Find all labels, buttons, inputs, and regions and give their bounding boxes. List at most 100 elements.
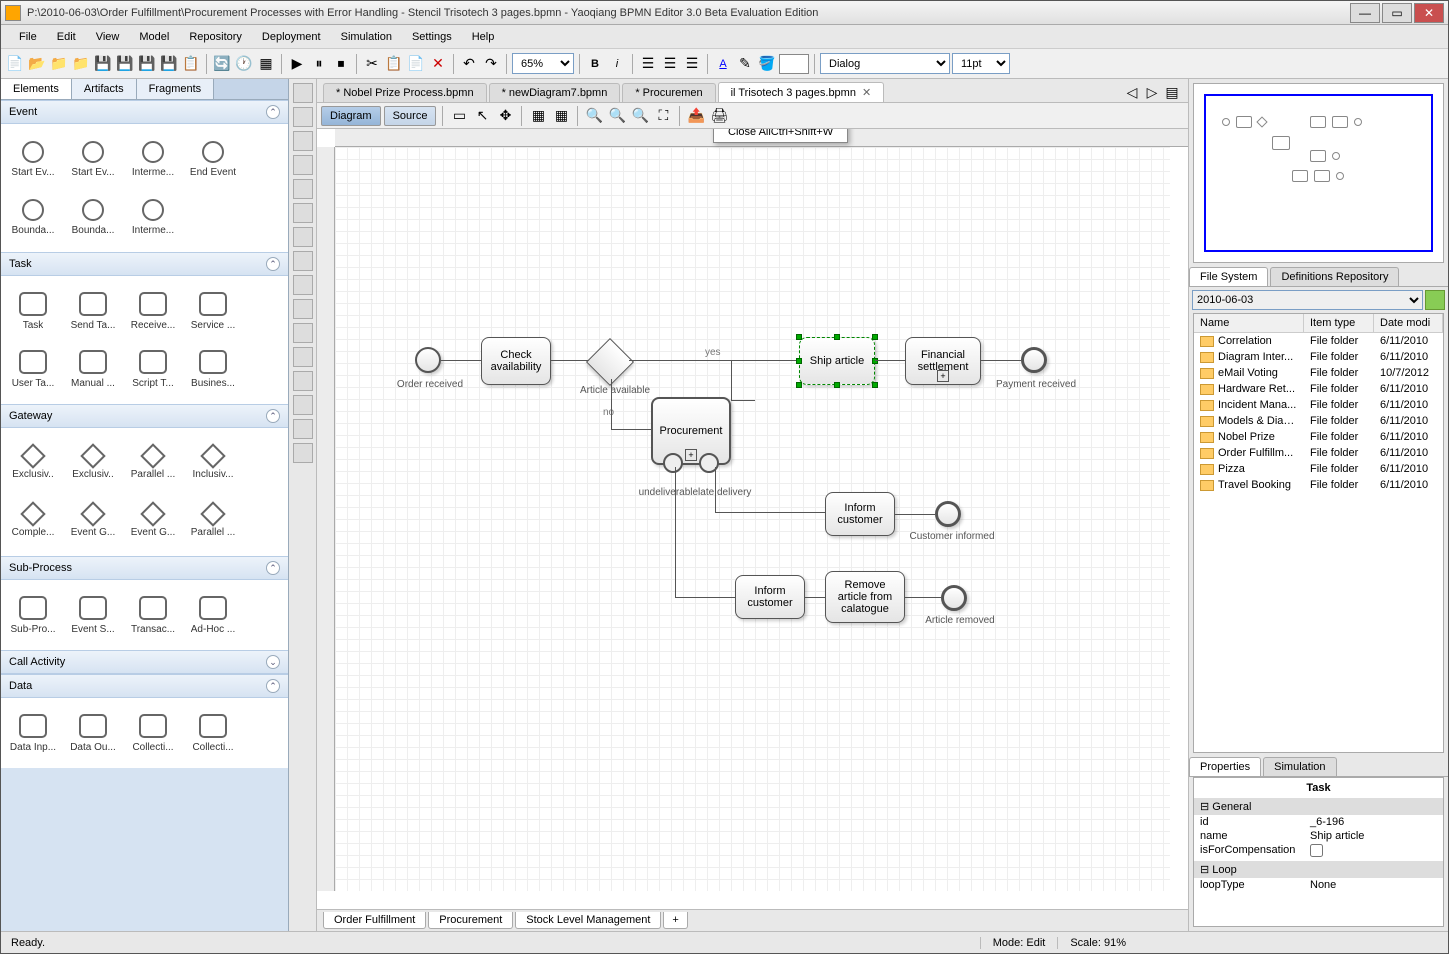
new-icon[interactable]: 📄 bbox=[5, 54, 25, 74]
category-header[interactable]: Sub-Process⌃ bbox=[1, 556, 288, 580]
vtb-icon[interactable] bbox=[293, 107, 313, 127]
align-right-icon[interactable]: ☰ bbox=[682, 54, 702, 74]
diagram-canvas[interactable]: Order received Check availability Articl… bbox=[335, 147, 1170, 891]
palette-item[interactable]: Sub-Pro... bbox=[5, 588, 61, 642]
palette-item[interactable]: End Event bbox=[185, 132, 241, 186]
vtb-icon[interactable] bbox=[293, 251, 313, 271]
palette-item[interactable]: Event S... bbox=[65, 588, 121, 642]
tab-artifacts[interactable]: Artifacts bbox=[72, 79, 137, 99]
fontsize-select[interactable]: 11pt bbox=[952, 53, 1010, 74]
open-icon[interactable]: 📂 bbox=[27, 54, 47, 74]
tab-prev-icon[interactable]: ◁ bbox=[1122, 82, 1142, 102]
palette-item[interactable]: Collecti... bbox=[185, 706, 241, 760]
category-header[interactable]: Event⌃ bbox=[1, 100, 288, 124]
palette-item[interactable]: Service ... bbox=[185, 284, 241, 338]
end-event-article-removed[interactable] bbox=[941, 585, 967, 611]
open3-icon[interactable]: 📁 bbox=[71, 54, 91, 74]
file-row[interactable]: PizzaFile folder6/11/2010 bbox=[1194, 461, 1443, 477]
copy-icon[interactable]: 📋 bbox=[384, 54, 404, 74]
vtb-icon[interactable] bbox=[293, 323, 313, 343]
palette-item[interactable]: Parallel ... bbox=[125, 436, 181, 490]
end-event-customer-informed[interactable] bbox=[935, 501, 961, 527]
prop-value[interactable]: None bbox=[1310, 879, 1437, 891]
stop-icon[interactable]: ⏹ bbox=[331, 54, 351, 74]
vtb-icon[interactable] bbox=[293, 227, 313, 247]
palette-item[interactable]: Start Ev... bbox=[5, 132, 61, 186]
palette-item[interactable]: Interme... bbox=[125, 132, 181, 186]
palette-item[interactable]: Interme... bbox=[125, 190, 181, 244]
gateway-article-available[interactable] bbox=[586, 338, 634, 386]
palette-item[interactable]: Comple... bbox=[5, 494, 61, 548]
redo-icon[interactable]: ↷ bbox=[481, 54, 501, 74]
start-event[interactable] bbox=[415, 347, 441, 373]
palette-item[interactable]: Parallel ... bbox=[185, 494, 241, 548]
print-icon[interactable]: 🖨 bbox=[709, 106, 729, 126]
vtb-icon[interactable] bbox=[293, 371, 313, 391]
menu-model[interactable]: Model bbox=[129, 28, 179, 46]
subprocess-procurement[interactable]: Procurement + bbox=[651, 397, 731, 465]
cal-icon[interactable]: 📋 bbox=[181, 54, 201, 74]
overview-viewport[interactable] bbox=[1204, 94, 1433, 252]
menu-simulation[interactable]: Simulation bbox=[331, 28, 402, 46]
vtb-icon[interactable] bbox=[293, 419, 313, 439]
checkbox[interactable] bbox=[1310, 844, 1323, 857]
prop-value[interactable]: Ship article bbox=[1310, 830, 1437, 842]
fillcolor-icon[interactable]: 🪣 bbox=[757, 54, 777, 74]
zoom-select[interactable]: 65% bbox=[512, 53, 574, 74]
category-header[interactable]: Gateway⌃ bbox=[1, 404, 288, 428]
vtb-icon[interactable] bbox=[293, 131, 313, 151]
palette-item[interactable]: Bounda... bbox=[65, 190, 121, 244]
vtb-icon[interactable] bbox=[293, 83, 313, 103]
file-row[interactable]: Incident Mana...File folder6/11/2010 bbox=[1194, 397, 1443, 413]
tab-properties[interactable]: Properties bbox=[1189, 757, 1261, 776]
select-icon[interactable]: ▭ bbox=[449, 106, 469, 126]
col-date[interactable]: Date modi bbox=[1374, 314, 1443, 332]
canvas-area[interactable]: Order received Check availability Articl… bbox=[317, 129, 1188, 909]
vtb-icon[interactable] bbox=[293, 203, 313, 223]
color-swatch[interactable] bbox=[779, 54, 809, 74]
prop-row[interactable]: loopTypeNone bbox=[1194, 878, 1443, 892]
close-button[interactable]: ✕ bbox=[1414, 3, 1444, 23]
bottom-tab[interactable]: Stock Level Management bbox=[515, 912, 661, 929]
boundary-event-icon[interactable] bbox=[663, 453, 683, 473]
task-check-availability[interactable]: Check availability bbox=[481, 337, 551, 385]
ctx-close-all[interactable]: Close AllCtrl+Shift+W bbox=[714, 129, 847, 142]
italic-icon[interactable]: i bbox=[607, 54, 627, 74]
palette-item[interactable]: Task bbox=[5, 284, 61, 338]
save4-icon[interactable]: 💾 bbox=[159, 54, 179, 74]
palette-item[interactable]: Collecti... bbox=[125, 706, 181, 760]
up-folder-button[interactable] bbox=[1425, 290, 1445, 310]
prop-value[interactable] bbox=[1310, 844, 1437, 860]
palette-item[interactable]: Receive... bbox=[125, 284, 181, 338]
doc-tab[interactable]: * Nobel Prize Process.bpmn bbox=[323, 83, 487, 102]
zoomfit-icon[interactable]: ⛶ bbox=[653, 106, 673, 126]
path-select[interactable]: 2010-06-03 bbox=[1192, 290, 1423, 310]
file-row[interactable]: eMail VotingFile folder10/7/2012 bbox=[1194, 365, 1443, 381]
hilite-icon[interactable]: ✎ bbox=[735, 54, 755, 74]
undo-icon[interactable]: ↶ bbox=[459, 54, 479, 74]
file-list[interactable]: Name Item type Date modi CorrelationFile… bbox=[1193, 313, 1444, 753]
prop-row[interactable]: nameShip article bbox=[1194, 829, 1443, 843]
menu-deployment[interactable]: Deployment bbox=[252, 28, 331, 46]
category-header[interactable]: Task⌃ bbox=[1, 252, 288, 276]
cut-icon[interactable]: ✂ bbox=[362, 54, 382, 74]
task-financial-settlement[interactable]: Financial settlement+ bbox=[905, 337, 981, 385]
col-name[interactable]: Name bbox=[1194, 314, 1304, 332]
export-icon[interactable]: 📤 bbox=[686, 106, 706, 126]
zoomin-icon[interactable]: 🔍 bbox=[584, 106, 604, 126]
doc-tab[interactable]: * newDiagram7.bpmn bbox=[489, 83, 621, 102]
vtb-icon[interactable] bbox=[293, 443, 313, 463]
tab-menu-icon[interactable]: ▤ bbox=[1162, 82, 1182, 102]
task-ship-article[interactable]: Ship article bbox=[799, 337, 875, 385]
palette-item[interactable]: Transac... bbox=[125, 588, 181, 642]
task-inform-customer-1[interactable]: Inform customer bbox=[825, 492, 895, 536]
col-type[interactable]: Item type bbox=[1304, 314, 1374, 332]
menu-file[interactable]: File bbox=[9, 28, 47, 46]
end-event-payment[interactable] bbox=[1021, 347, 1047, 373]
tab-definitions-repo[interactable]: Definitions Repository bbox=[1270, 267, 1399, 286]
task-inform-customer-2[interactable]: Inform customer bbox=[735, 575, 805, 619]
palette-item[interactable]: Data Ou... bbox=[65, 706, 121, 760]
prop-section[interactable]: ⊟ General bbox=[1194, 798, 1443, 815]
pan-icon[interactable]: ✥ bbox=[495, 106, 515, 126]
palette-item[interactable]: Send Ta... bbox=[65, 284, 121, 338]
